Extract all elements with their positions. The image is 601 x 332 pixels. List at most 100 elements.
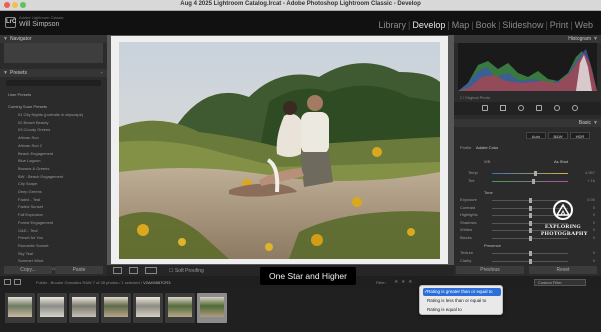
grid-icon[interactable]: [4, 279, 11, 285]
bw-button[interactable]: B&W: [548, 132, 568, 139]
module-print[interactable]: Print: [550, 20, 569, 30]
preset-item[interactable]: African Sun: [18, 135, 39, 140]
main-photo[interactable]: [119, 42, 440, 259]
preset-item[interactable]: Browns & Greens: [18, 166, 49, 171]
masking-icon[interactable]: [536, 105, 542, 111]
preset-item[interactable]: Faded Sunset: [18, 204, 43, 209]
star-filter-icon[interactable]: ★: [401, 279, 405, 285]
module-map[interactable]: Map: [452, 20, 470, 30]
second-window-icon[interactable]: [14, 279, 21, 285]
preset-item[interactable]: Sky Teal: [18, 251, 33, 256]
slider-value[interactable]: 0: [593, 250, 595, 255]
slider-value[interactable]: 0: [593, 212, 595, 217]
profile-select[interactable]: Adobe Color: [476, 145, 498, 150]
module-develop[interactable]: Develop: [412, 20, 445, 30]
add-preset-icon[interactable]: +: [101, 69, 103, 77]
edit-sliders-icon[interactable]: [482, 105, 488, 111]
filmstrip-thumbnail[interactable]: [5, 293, 35, 323]
preset-item[interactable]: African Sun 2: [18, 143, 42, 148]
preset-item[interactable]: Blue Lagoon: [18, 158, 40, 163]
wb-select[interactable]: As Shot: [554, 159, 568, 164]
adjustment-slider[interactable]: [492, 258, 568, 264]
compare-view-icon[interactable]: [129, 267, 138, 274]
copy-button[interactable]: Copy...: [4, 266, 52, 274]
healing-icon[interactable]: [518, 105, 524, 111]
tint-slider[interactable]: [492, 179, 568, 184]
adjustment-slider[interactable]: [492, 251, 568, 256]
histogram-panel-header[interactable]: Histogram ▼: [454, 35, 601, 43]
preset-item[interactable]: G&D - Teal: [18, 228, 38, 233]
temp-slider[interactable]: [492, 171, 568, 176]
navigator-preview[interactable]: [4, 43, 103, 63]
temp-value[interactable]: 4,957: [585, 170, 595, 175]
star-filter-icon[interactable]: ★: [408, 279, 412, 285]
soft-proofing-checkbox[interactable]: ☐ Soft Proofing: [169, 268, 204, 274]
preset-item[interactable]: 02 Beach Beauty: [18, 120, 48, 125]
slider-knob[interactable]: [529, 205, 532, 211]
module-slideshow[interactable]: Slideshow: [502, 20, 543, 30]
slider-knob[interactable]: [529, 213, 532, 218]
preset-item[interactable]: Romantic Sunset: [18, 243, 48, 248]
slider-knob[interactable]: [529, 220, 532, 226]
red-eye-icon[interactable]: [554, 105, 560, 111]
preset-group-coming-soon[interactable]: Coming Soon Presets: [8, 104, 47, 109]
filmstrip-thumbnail[interactable]: [37, 293, 67, 323]
slider-value[interactable]: 0.00: [587, 197, 595, 202]
rating-menu-item[interactable]: Rating is less than or equal to: [423, 297, 501, 305]
crop-icon[interactable]: [500, 105, 506, 111]
tint-slider-knob[interactable]: [532, 179, 535, 184]
before-after-icon[interactable]: [145, 267, 157, 274]
auto-button[interactable]: Auto: [526, 132, 546, 139]
preset-item[interactable]: 03 Cloudy Greens: [18, 127, 50, 132]
slider-knob[interactable]: [529, 198, 532, 203]
custom-filter-select[interactable]: Custom Filter: [534, 279, 586, 286]
temp-slider-knob[interactable]: [534, 171, 537, 176]
reset-button[interactable]: Reset: [529, 266, 597, 274]
slider-value[interactable]: 0: [593, 227, 595, 232]
preset-item[interactable]: Deep Greens: [18, 189, 42, 194]
preset-item[interactable]: 01 City Nights (portraits in cityscape): [18, 112, 83, 117]
hdr-button[interactable]: HDR: [570, 132, 590, 139]
star-filter-icon[interactable]: ★: [394, 279, 398, 285]
rating-menu-item[interactable]: Rating is equal to: [423, 306, 501, 314]
watermark-logo-icon: [553, 200, 573, 220]
paste-button[interactable]: Paste: [55, 266, 103, 274]
filmstrip-thumbnail[interactable]: [101, 293, 131, 323]
remove-icon[interactable]: [572, 105, 578, 111]
previous-button[interactable]: Previous: [456, 266, 524, 274]
module-book[interactable]: Book: [476, 20, 497, 30]
slider-value[interactable]: 0: [593, 258, 595, 263]
basic-panel-header[interactable]: Basic ▼: [454, 119, 601, 127]
histogram-graph[interactable]: [458, 43, 597, 91]
slider-knob[interactable]: [529, 258, 532, 264]
preset-item[interactable]: Summer Wind: [18, 258, 43, 263]
filmstrip-thumbnail[interactable]: [69, 293, 99, 323]
preset-item[interactable]: Faded - Teal: [18, 197, 40, 202]
filmstrip-thumbnail[interactable]: [133, 293, 163, 323]
preset-item[interactable]: Forest Engagement: [18, 220, 53, 225]
preset-item[interactable]: City Scape: [18, 181, 37, 186]
preset-group-user[interactable]: User Presets: [8, 92, 31, 97]
presets-panel-header[interactable]: ▼ Presets +: [0, 69, 107, 77]
original-photo-checkbox[interactable]: ☐ Original Photo: [460, 95, 490, 100]
tint-value[interactable]: + 16: [587, 178, 595, 183]
rating-menu-item[interactable]: ✓ Rating is greater than or equal to: [423, 288, 501, 296]
preset-item[interactable]: Beach Engagement: [18, 151, 53, 156]
slider-value[interactable]: 0: [593, 205, 595, 210]
loupe-view-icon[interactable]: [113, 267, 122, 274]
filmstrip-thumbnail[interactable]: [165, 293, 195, 323]
preset-item[interactable]: BW - Beach Engagement: [18, 174, 63, 179]
filmstrip-source[interactable]: Folder : Brooke Gonzalez RAW 7 of 28 pho…: [36, 280, 170, 285]
slider-value[interactable]: 0: [593, 220, 595, 225]
navigator-panel-header[interactable]: ▼ Navigator: [0, 35, 107, 43]
preset-item[interactable]: Fall Explosion: [18, 212, 43, 217]
module-web[interactable]: Web: [575, 20, 593, 30]
preset-item[interactable]: Preset for You: [18, 235, 43, 240]
slider-knob[interactable]: [529, 251, 532, 256]
preset-search-input[interactable]: [6, 80, 101, 86]
filmstrip-thumbnail[interactable]: [197, 293, 227, 323]
module-library[interactable]: Library: [378, 20, 406, 30]
slider-value[interactable]: 0: [593, 235, 595, 240]
slider-knob[interactable]: [529, 228, 532, 233]
slider-knob[interactable]: [529, 235, 532, 241]
